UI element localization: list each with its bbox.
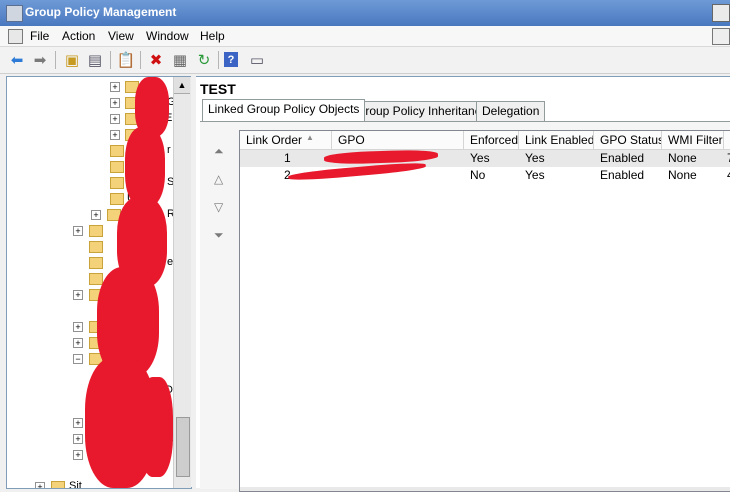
expand-icon[interactable]: + xyxy=(73,322,83,332)
mdi-minimize-button[interactable] xyxy=(712,28,730,45)
expand-icon[interactable]: + xyxy=(73,338,83,348)
expand-icon[interactable]: + xyxy=(73,226,83,236)
collapse-icon[interactable]: − xyxy=(73,354,83,364)
refresh-icon[interactable]: ↻ xyxy=(194,50,214,70)
document-icon[interactable] xyxy=(8,29,23,44)
cell-wmi-filter: None xyxy=(668,168,697,182)
folder-icon xyxy=(110,145,124,157)
col-modified[interactable]: M xyxy=(724,131,730,149)
title-bar: Group Policy Management xyxy=(0,0,730,27)
toolbar-separator xyxy=(140,51,141,69)
col-gpo-status[interactable]: GPO Status xyxy=(594,131,662,149)
console-tree[interactable]: + r. + G + El + r SP U + e RN + A xyxy=(6,76,192,489)
menu-window[interactable]: Window xyxy=(146,29,189,43)
up-folder-icon[interactable]: ▣ xyxy=(62,50,82,70)
minimize-button[interactable] xyxy=(712,4,730,22)
toolbar-separator xyxy=(218,51,219,69)
tree-label: r xyxy=(167,144,171,156)
redaction-mark xyxy=(139,377,173,477)
folder-icon xyxy=(110,161,124,173)
col-link-enabled[interactable]: Link Enabled xyxy=(519,131,594,149)
help-icon[interactable]: ? xyxy=(224,52,238,67)
col-link-order[interactable]: Link Order xyxy=(240,131,332,149)
folder-icon xyxy=(110,177,124,189)
sort-ascending-icon: ▲ xyxy=(306,133,314,142)
cell-enforced: No xyxy=(470,168,486,182)
menu-file[interactable]: File xyxy=(30,29,49,43)
toolbar: ⬅ ➡ ▣ ▤ 📋 ✖ ▦ ↻ ? ▭ xyxy=(0,47,730,74)
toolbar-separator xyxy=(55,51,56,69)
pane-splitter[interactable] xyxy=(191,76,195,487)
cell-gpo-status: Enabled xyxy=(600,168,645,182)
expand-icon[interactable]: + xyxy=(91,210,101,220)
folder-icon xyxy=(110,193,124,205)
menu-action[interactable]: Action xyxy=(62,29,95,43)
cell-gpo-status: Enabled xyxy=(600,151,645,165)
tab-linked-gpos[interactable]: Linked Group Policy Objects xyxy=(202,99,366,121)
menu-view[interactable]: View xyxy=(108,29,134,43)
table-hscrollbar[interactable] xyxy=(240,487,730,491)
folder-icon xyxy=(51,481,65,488)
console-icon[interactable]: ▭ xyxy=(247,50,267,70)
properties-icon[interactable]: ▦ xyxy=(170,50,190,70)
cell-link-enabled: Yes xyxy=(525,168,545,182)
show-tree-icon[interactable]: ▤ xyxy=(85,50,105,70)
expand-icon[interactable]: + xyxy=(35,482,45,488)
move-to-top-icon[interactable]: ⏶ xyxy=(214,144,224,159)
cell-wmi-filter: None xyxy=(668,151,697,165)
copy-icon[interactable]: 📋 xyxy=(116,50,136,70)
back-icon[interactable]: ⬅ xyxy=(7,50,27,70)
col-enforced[interactable]: Enforced xyxy=(464,131,519,149)
delete-icon[interactable]: ✖ xyxy=(146,50,166,70)
tab-body: ⏶ △ ▽ ⏷ Link Order ▲ GPO Enforced Link E… xyxy=(200,121,730,492)
move-to-bottom-icon[interactable]: ⏷ xyxy=(214,228,224,243)
scroll-up-icon[interactable]: ▲ xyxy=(174,77,190,94)
menu-bar: File Action View Window Help xyxy=(0,26,730,47)
expand-icon[interactable]: + xyxy=(73,290,83,300)
folder-icon xyxy=(89,273,103,285)
scroll-thumb[interactable] xyxy=(176,417,190,477)
folder-icon xyxy=(89,225,103,237)
cell-link-order: 1 xyxy=(284,151,291,165)
table-header: Link Order ▲ GPO Enforced Link Enabled G… xyxy=(240,131,730,150)
folder-icon xyxy=(89,241,103,253)
expand-icon[interactable]: + xyxy=(110,98,120,108)
expand-icon[interactable]: + xyxy=(110,114,120,124)
menu-help[interactable]: Help xyxy=(200,29,225,43)
tab-delegation[interactable]: Delegation xyxy=(476,101,546,121)
expand-icon[interactable]: + xyxy=(73,450,83,460)
tree-node[interactable]: + Sit xyxy=(7,479,177,489)
col-wmi-filter[interactable]: WMI Filter xyxy=(662,131,724,149)
cell-link-enabled: Yes xyxy=(525,151,545,165)
folder-icon xyxy=(89,257,103,269)
details-pane: TEST Linked Group Policy Objects Group P… xyxy=(196,76,730,492)
expand-icon[interactable]: + xyxy=(73,418,83,428)
gpmc-app-icon xyxy=(6,5,23,22)
move-down-icon[interactable]: ▽ xyxy=(214,200,223,214)
tree-label: Sit xyxy=(69,480,82,489)
expand-icon[interactable]: + xyxy=(73,434,83,444)
forward-icon[interactable]: ➡ xyxy=(30,50,50,70)
page-title: TEST xyxy=(200,81,236,97)
expand-icon[interactable]: + xyxy=(110,130,120,140)
window-title: Group Policy Management xyxy=(25,5,177,19)
expand-icon[interactable]: + xyxy=(110,82,120,92)
redaction-mark xyxy=(125,127,165,207)
cell-enforced: Yes xyxy=(470,151,490,165)
toolbar-separator xyxy=(110,51,111,69)
tab-gp-inheritance[interactable]: Group Policy Inheritance xyxy=(350,101,494,121)
linked-gpo-table[interactable]: Link Order ▲ GPO Enforced Link Enabled G… xyxy=(239,130,730,492)
table-row[interactable]: 1 Yes Yes Enabled None 7 xyxy=(240,150,730,167)
tree-scrollbar[interactable]: ▲ xyxy=(173,77,191,488)
col-gpo[interactable]: GPO xyxy=(332,131,464,149)
move-up-icon[interactable]: △ xyxy=(214,172,223,186)
